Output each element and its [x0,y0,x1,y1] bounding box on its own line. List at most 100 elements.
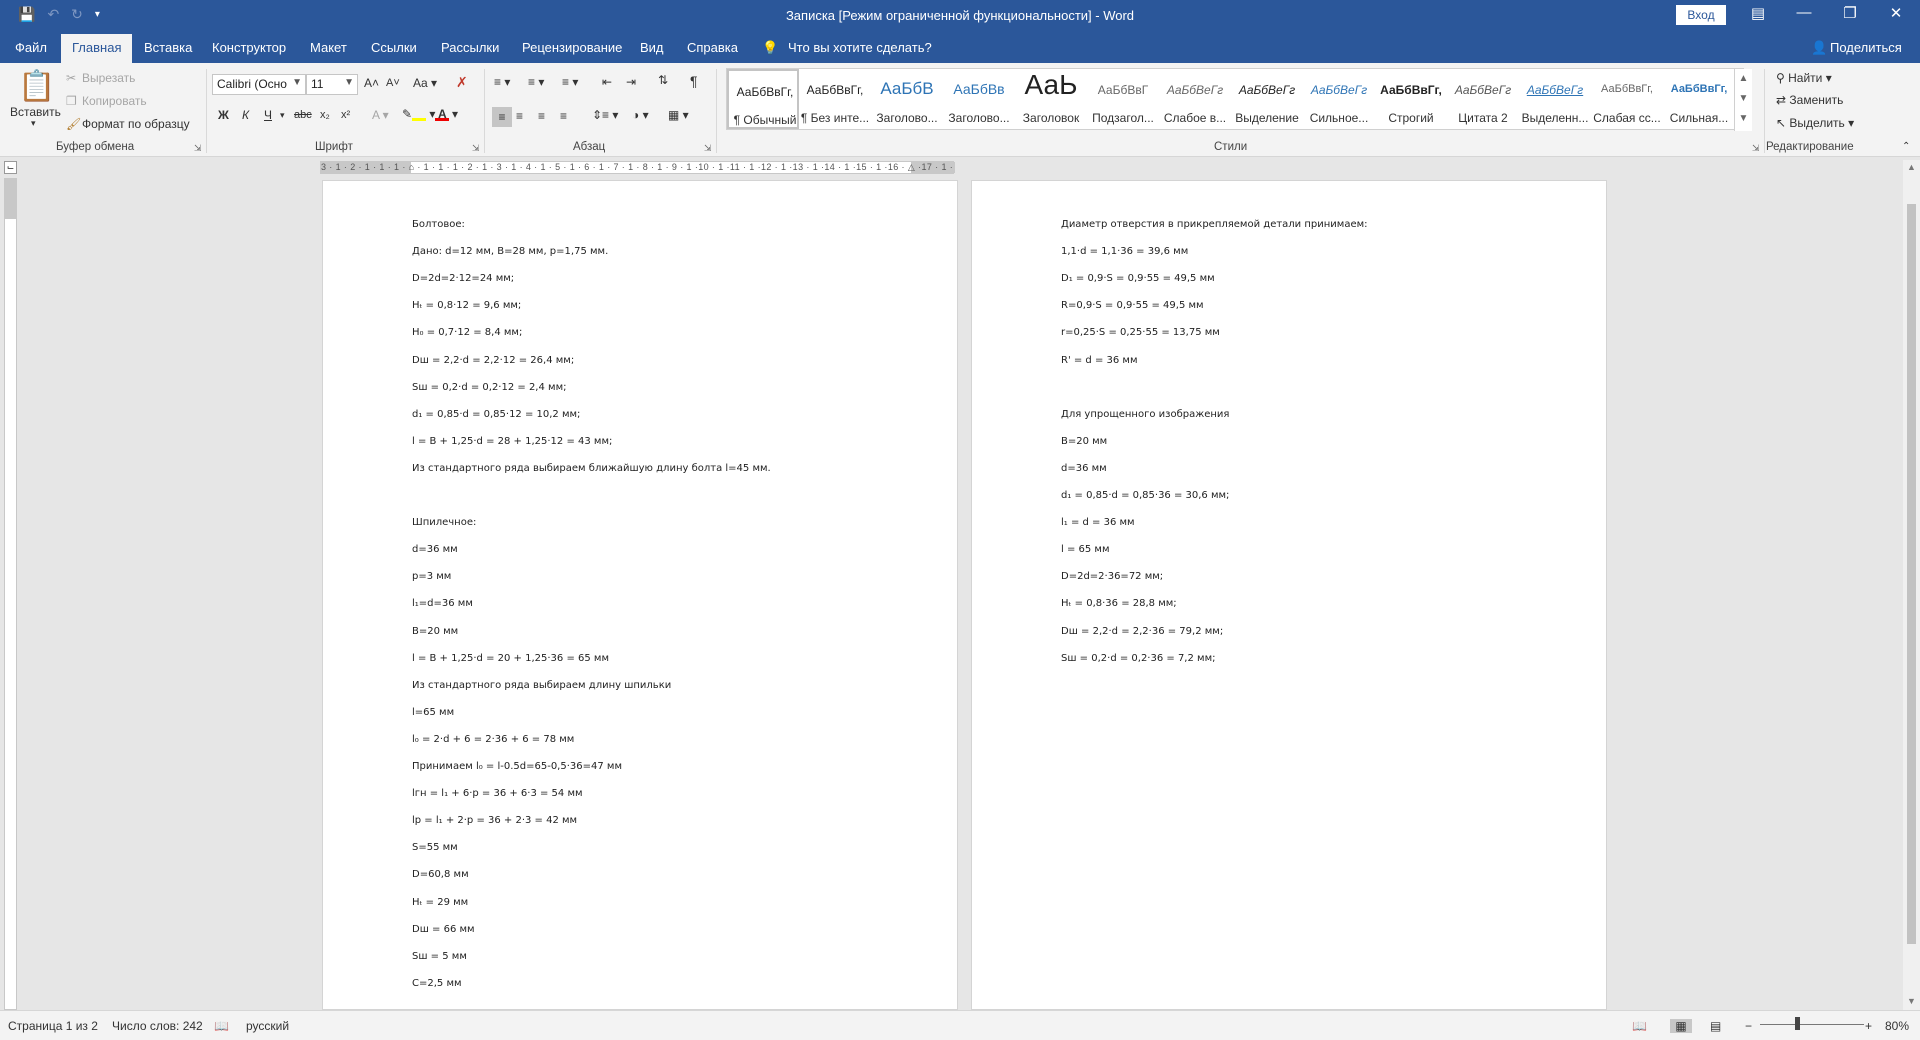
strikethrough-icon[interactable]: abc [294,109,312,121]
text-line[interactable]: Dш = 2,2·d = 2,2·36 = 79,2 мм; [1061,626,1223,637]
paste-button[interactable]: Вставить [10,105,61,119]
zoom-out-icon[interactable]: − [1745,1019,1752,1033]
line-spacing-icon[interactable]: ⇕≡ ▾ [592,108,618,122]
text-line[interactable]: Из стандартного ряда выбираем длину шпил… [412,680,671,691]
text-line[interactable]: D=2d=2·12=24 мм; [412,273,514,284]
text-line[interactable]: d₁ = 0,85·d = 0,85·36 = 30,6 мм; [1061,490,1229,501]
multilevel-list-icon[interactable]: ≡ ▾ [562,75,578,89]
scroll-thumb[interactable] [1907,204,1916,944]
text-line[interactable]: l=65 мм [412,707,454,718]
find-button[interactable]: ⚲ Найти ▾ [1776,71,1832,85]
text-line[interactable]: l₁=d=36 мм [412,598,473,609]
chevron-down-icon[interactable]: ▼ [1735,89,1752,109]
clipboard-launcher-icon[interactable]: ⇲ [194,143,202,154]
style-intense-emphasis[interactable]: АаБбВеГг Сильное... [1303,69,1375,129]
style-subtle-reference[interactable]: АаБбВвГг, Слабая сс... [1591,69,1663,129]
tab-home[interactable]: Главная [61,34,133,63]
bold-icon[interactable]: Ж [218,108,229,122]
paragraph-launcher-icon[interactable]: ⇲ [704,143,712,154]
styles-scroll[interactable]: ▲ ▼ ▼ [1734,69,1752,131]
bullets-icon[interactable]: ≡ ▾ [494,75,510,89]
font-family-combo[interactable]: Calibri (Осно ▼ [212,74,306,95]
chevron-up-icon[interactable]: ▲ [1735,69,1752,89]
style-subtitle[interactable]: АаБбВвГ Подзагол... [1087,69,1159,129]
text-line[interactable]: l = B + 1,25·d = 28 + 1,25·12 = 43 мм; [412,436,612,447]
text-line[interactable]: Sш = 5 мм [412,951,467,962]
font-launcher-icon[interactable]: ⇲ [472,143,480,154]
copy-icon[interactable]: ❐ [66,94,77,108]
change-case-button[interactable]: Aa ▾ [413,76,437,90]
word-count[interactable]: Число слов: 242 [112,1019,203,1033]
cut-icon[interactable]: ✂ [66,71,76,85]
underline-icon[interactable]: Ч [264,108,272,122]
zoom-slider-thumb[interactable] [1795,1017,1800,1030]
share-button[interactable]: Поделиться [1830,40,1902,55]
tab-review[interactable]: Рецензирование [522,40,622,55]
paste-dropdown-icon[interactable]: ▾ [31,118,36,129]
text-line[interactable]: d₁ = 0,85·d = 0,85·12 = 10,2 мм; [412,409,580,420]
horizontal-ruler[interactable]: 3 · 1 · 2 · 1 · 1 · 1 · ⌂ · 1 · 1 · 1 · … [320,161,955,174]
vertical-scrollbar[interactable]: ▲ ▼ [1903,160,1920,1010]
superscript-icon[interactable]: x² [341,109,350,121]
align-right-icon[interactable]: ≡ [538,109,545,123]
show-marks-icon[interactable]: ¶ [690,73,698,89]
style-emphasis[interactable]: АаБбВеГг Выделение [1231,69,1303,129]
text-line[interactable]: l = B + 1,25·d = 20 + 1,25·36 = 65 мм [412,653,609,664]
font-size-combo[interactable]: 11 ▼ [306,74,358,95]
text-line[interactable]: p=3 мм [412,571,451,582]
text-line[interactable]: B=20 мм [1061,436,1107,447]
scroll-up-icon[interactable]: ▲ [1903,162,1920,172]
text-line[interactable]: Для упрощенного изображения [1061,409,1229,420]
text-line[interactable]: Принимаем l₀ = l-0.5d=65-0,5·36=47 мм [412,761,622,772]
close-button[interactable]: ✕ [1873,4,1919,22]
shrink-font-icon[interactable]: A˅ [386,77,400,89]
text-line[interactable]: C=2,5 мм [412,978,462,989]
text-line[interactable]: H₀ = 0,7·12 = 8,4 мм; [412,327,522,338]
document-page-2[interactable]: Диаметр отверстия в прикрепляемой детали… [971,180,1607,1010]
tab-view[interactable]: Вид [640,40,664,55]
vertical-ruler[interactable] [4,178,17,1010]
text-line[interactable]: l₀ = 2·d + 6 = 2·36 + 6 = 78 мм [412,734,574,745]
align-center-icon[interactable]: ≡ [516,109,523,123]
style-heading-2[interactable]: АаБбВв Заголово... [943,69,1015,129]
style-no-spacing[interactable]: АаБбВвГг, ¶ Без инте... [799,69,871,129]
web-layout-icon[interactable]: ▤ [1710,1019,1721,1033]
zoom-slider[interactable] [1760,1024,1864,1025]
zoom-in-icon[interactable]: + [1865,1019,1872,1033]
text-line[interactable]: l₁ = d = 36 мм [1061,517,1135,528]
style-intense-reference[interactable]: АаБбВвГг, Сильная... [1663,69,1735,129]
text-line[interactable]: B=20 мм [412,626,458,637]
text-line[interactable]: l = 65 мм [1061,544,1110,555]
text-line[interactable]: R=0,9·S = 0,9·55 = 49,5 мм [1061,300,1204,311]
text-line[interactable]: Sш = 0,2·d = 0,2·12 = 2,4 мм; [412,382,566,393]
style-title[interactable]: АаЬ Заголовок [1015,69,1087,129]
tell-me-search[interactable]: Что вы хотите сделать? [788,40,932,55]
zoom-level[interactable]: 80% [1885,1019,1909,1033]
text-line[interactable]: D₁ = 0,9·S = 0,9·55 = 49,5 мм [1061,273,1215,284]
text-line[interactable]: Hₜ = 0,8·12 = 9,6 мм; [412,300,521,311]
login-button[interactable]: Вход [1676,5,1726,25]
justify-icon[interactable]: ≡ [560,109,567,123]
document-page-1[interactable]: Болтовое: Дано: d=12 мм, B=28 мм, p=1,75 … [322,180,958,1010]
tab-help[interactable]: Справка [687,40,738,55]
print-layout-icon[interactable]: ▦ [1670,1019,1692,1033]
style-quote[interactable]: АаБбВеГг Цитата 2 [1447,69,1519,129]
styles-launcher-icon[interactable]: ⇲ [1752,143,1760,154]
borders-icon[interactable]: ▦ ▾ [668,108,689,122]
tab-mailings[interactable]: Рассылки [441,40,499,55]
text-line[interactable]: lр = l₁ + 2·p = 36 + 2·3 = 42 мм [412,815,577,826]
shading-icon[interactable]: ◑ ▾ [632,108,649,122]
tab-references[interactable]: Ссылки [371,40,417,55]
text-line[interactable]: d=36 мм [412,544,458,555]
text-line[interactable]: d=36 мм [1061,463,1107,474]
text-line[interactable]: Шпилечное: [412,517,476,528]
numbering-icon[interactable]: ≡ ▾ [528,75,544,89]
text-line[interactable]: R' = d = 36 мм [1061,355,1138,366]
text-line[interactable]: Дано: d=12 мм, B=28 мм, p=1,75 мм. [412,246,608,257]
minimize-button[interactable]: — [1781,4,1827,21]
page-count[interactable]: Страница 1 из 2 [8,1019,98,1033]
text-line[interactable]: Hₜ = 0,8·36 = 28,8 мм; [1061,598,1177,609]
text-line[interactable]: Диаметр отверстия в прикрепляемой детали… [1061,219,1368,230]
grow-font-icon[interactable]: A˄ [364,76,379,90]
text-line[interactable]: S=55 мм [412,842,458,853]
